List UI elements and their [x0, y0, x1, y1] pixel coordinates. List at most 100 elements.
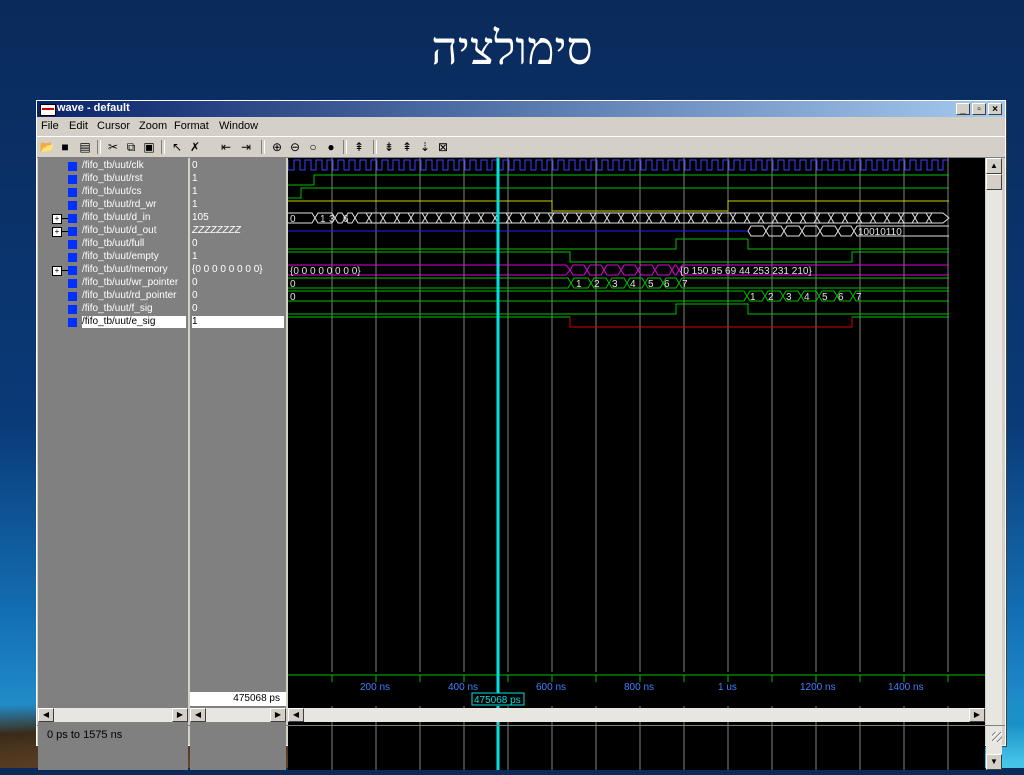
signal-icon — [68, 188, 77, 197]
rd-pointer-label-6: 6 — [838, 292, 844, 303]
close-button[interactable]: × — [988, 103, 1002, 115]
values-hscrollbar[interactable]: ◀ ▶ — [190, 708, 286, 722]
menu-file[interactable]: File — [41, 120, 59, 132]
wave-full — [288, 238, 949, 250]
signal-name-cs[interactable]: /fifo_tb/uut/cs — [82, 186, 141, 198]
signal-value-clk: 0 — [192, 160, 198, 171]
app-icon — [40, 104, 56, 116]
signal-name-rd-wr[interactable]: /fifo_tb/uut/rd_wr — [82, 199, 156, 211]
maximize-button[interactable]: ▫ — [972, 103, 986, 115]
toolbar-separator — [97, 140, 101, 154]
expand-icon[interactable]: + — [52, 214, 62, 224]
signal-value-cs: 1 — [192, 186, 198, 197]
menu-window[interactable]: Window — [219, 120, 258, 132]
cursor-time-text: 475068 ps — [233, 693, 280, 704]
signal-name-e-sig[interactable]: /fifo_tb/uut/e_sig — [82, 316, 186, 328]
signal-name-memory[interactable]: /fifo_tb/uut/memory — [82, 264, 168, 276]
wr-pointer-label-5: 5 — [648, 279, 654, 290]
signal-name-d-out[interactable]: /fifo_tb/uut/d_out — [82, 225, 157, 237]
time-tick-1400ns: 1400 ns — [888, 682, 924, 693]
signal-name-wr-pointer[interactable]: /fifo_tb/uut/wr_pointer — [82, 277, 178, 289]
rd-pointer-label-3: 3 — [786, 292, 792, 303]
copy-icon[interactable]: ⧉ — [123, 140, 139, 154]
delete-icon[interactable]: ✗ — [187, 140, 203, 154]
signal-value-d-out: ZZZZZZZZ — [192, 225, 241, 236]
wave-rd-wr — [288, 200, 949, 212]
vertical-scrollbar[interactable]: ▲ ▼ — [986, 158, 1002, 770]
signal-name-clk[interactable]: /fifo_tb/uut/clk — [82, 160, 144, 172]
expand-icon[interactable]: + — [52, 266, 62, 276]
zoom-full-icon[interactable]: ○ — [305, 140, 321, 154]
cursor-time-label: 475068 ps — [474, 695, 521, 706]
window-title: wave - default — [57, 102, 130, 114]
resize-grip-icon[interactable] — [992, 732, 1002, 742]
time-tick-400ns: 400 ns — [448, 682, 478, 693]
d-in-label-0: 0 — [290, 214, 296, 225]
menu-zoom[interactable]: Zoom — [139, 120, 167, 132]
cursor-time-readout: 475068 ps — [190, 692, 286, 706]
save-icon[interactable]: ■ — [57, 140, 73, 154]
print-icon[interactable]: ▤ — [77, 140, 93, 154]
signal-icon — [68, 253, 77, 262]
signal-icon — [68, 227, 77, 236]
zoom-range-icon[interactable]: ● — [323, 140, 339, 154]
wave-wr-pointer — [288, 277, 949, 289]
cursor-right-icon[interactable]: ⇥ — [237, 140, 255, 154]
signal-icon — [68, 240, 77, 249]
zoom-in-icon[interactable]: ⊕ — [269, 140, 285, 154]
scroll-right-button[interactable]: ▶ — [172, 708, 188, 722]
edge-next-icon[interactable]: ⇞ — [399, 140, 415, 154]
wr-pointer-label-0: 0 — [290, 279, 296, 290]
scroll-left-button[interactable]: ◀ — [190, 708, 206, 722]
edge-prev-icon[interactable]: ⇟ — [381, 140, 397, 154]
signal-value-rd-wr: 1 — [192, 199, 198, 210]
signal-name-d-in[interactable]: /fifo_tb/uut/d_in — [82, 212, 150, 224]
cursor-left-icon[interactable]: ⇤ — [217, 140, 235, 154]
paste-icon[interactable]: ▣ — [141, 140, 157, 154]
names-hscrollbar[interactable]: ◀ ▶ — [38, 708, 188, 722]
toolbar-separator — [373, 140, 377, 154]
wr-pointer-label-1: 1 — [576, 279, 582, 290]
signal-name-rst[interactable]: /fifo_tb/uut/rst — [82, 173, 143, 185]
signal-name-rd-pointer[interactable]: /fifo_tb/uut/rd_pointer — [82, 290, 177, 302]
signal-name-full[interactable]: /fifo_tb/uut/full — [82, 238, 144, 250]
rd-pointer-label-4: 4 — [804, 292, 810, 303]
insert-icon[interactable]: ⇞ — [351, 140, 367, 154]
scroll-right-button[interactable]: ▶ — [270, 708, 286, 722]
open-icon[interactable]: 📂 — [39, 140, 55, 154]
menu-cursor[interactable]: Cursor — [97, 120, 130, 132]
menu-edit[interactable]: Edit — [69, 120, 88, 132]
signal-icon — [68, 292, 77, 301]
find-icon[interactable]: ⇣ — [417, 140, 433, 154]
wave-empty — [288, 251, 949, 263]
time-tick-600ns: 600 ns — [536, 682, 566, 693]
scroll-up-button[interactable]: ▲ — [986, 158, 1002, 174]
memory-initial-label: {0 0 0 0 0 0 0 0} — [290, 266, 361, 277]
minimize-button[interactable]: _ — [956, 103, 970, 115]
time-tick-800ns: 800 ns — [624, 682, 654, 693]
signal-icon — [68, 214, 77, 223]
waveform-hscrollbar[interactable]: ◀ ▶ — [288, 708, 985, 722]
scroll-thumb[interactable] — [986, 174, 1002, 190]
time-axis: 200 ns 400 ns 600 ns 800 ns 1 us 1200 ns… — [288, 672, 985, 706]
signal-icon — [68, 162, 77, 171]
scroll-left-button[interactable]: ◀ — [288, 708, 304, 722]
signal-name-empty[interactable]: /fifo_tb/uut/empty — [82, 251, 159, 263]
menu-format[interactable]: Format — [174, 120, 209, 132]
menu-bar: File Edit Cursor Zoom Format Window — [37, 118, 1005, 135]
rd-pointer-label-1: 1 — [750, 292, 756, 303]
d-out-final-label: 10010110 — [858, 227, 902, 238]
scroll-right-button[interactable]: ▶ — [969, 708, 985, 722]
rd-pointer-label-2: 2 — [768, 292, 774, 303]
expand-icon[interactable]: + — [52, 227, 62, 237]
break-icon[interactable]: ⊠ — [435, 140, 451, 154]
signal-value-full: 0 — [192, 238, 198, 249]
signal-name-f-sig[interactable]: /fifo_tb/uut/f_sig — [82, 303, 153, 315]
signal-icon — [68, 201, 77, 210]
window-titlebar[interactable]: wave - default _ ▫ × — [37, 101, 1005, 117]
zoom-out-icon[interactable]: ⊖ — [287, 140, 303, 154]
cut-icon[interactable]: ✂ — [105, 140, 121, 154]
select-icon[interactable]: ↖ — [169, 140, 185, 154]
wave-window: wave - default _ ▫ × File Edit Cursor Zo… — [36, 100, 1006, 770]
scroll-left-button[interactable]: ◀ — [38, 708, 54, 722]
